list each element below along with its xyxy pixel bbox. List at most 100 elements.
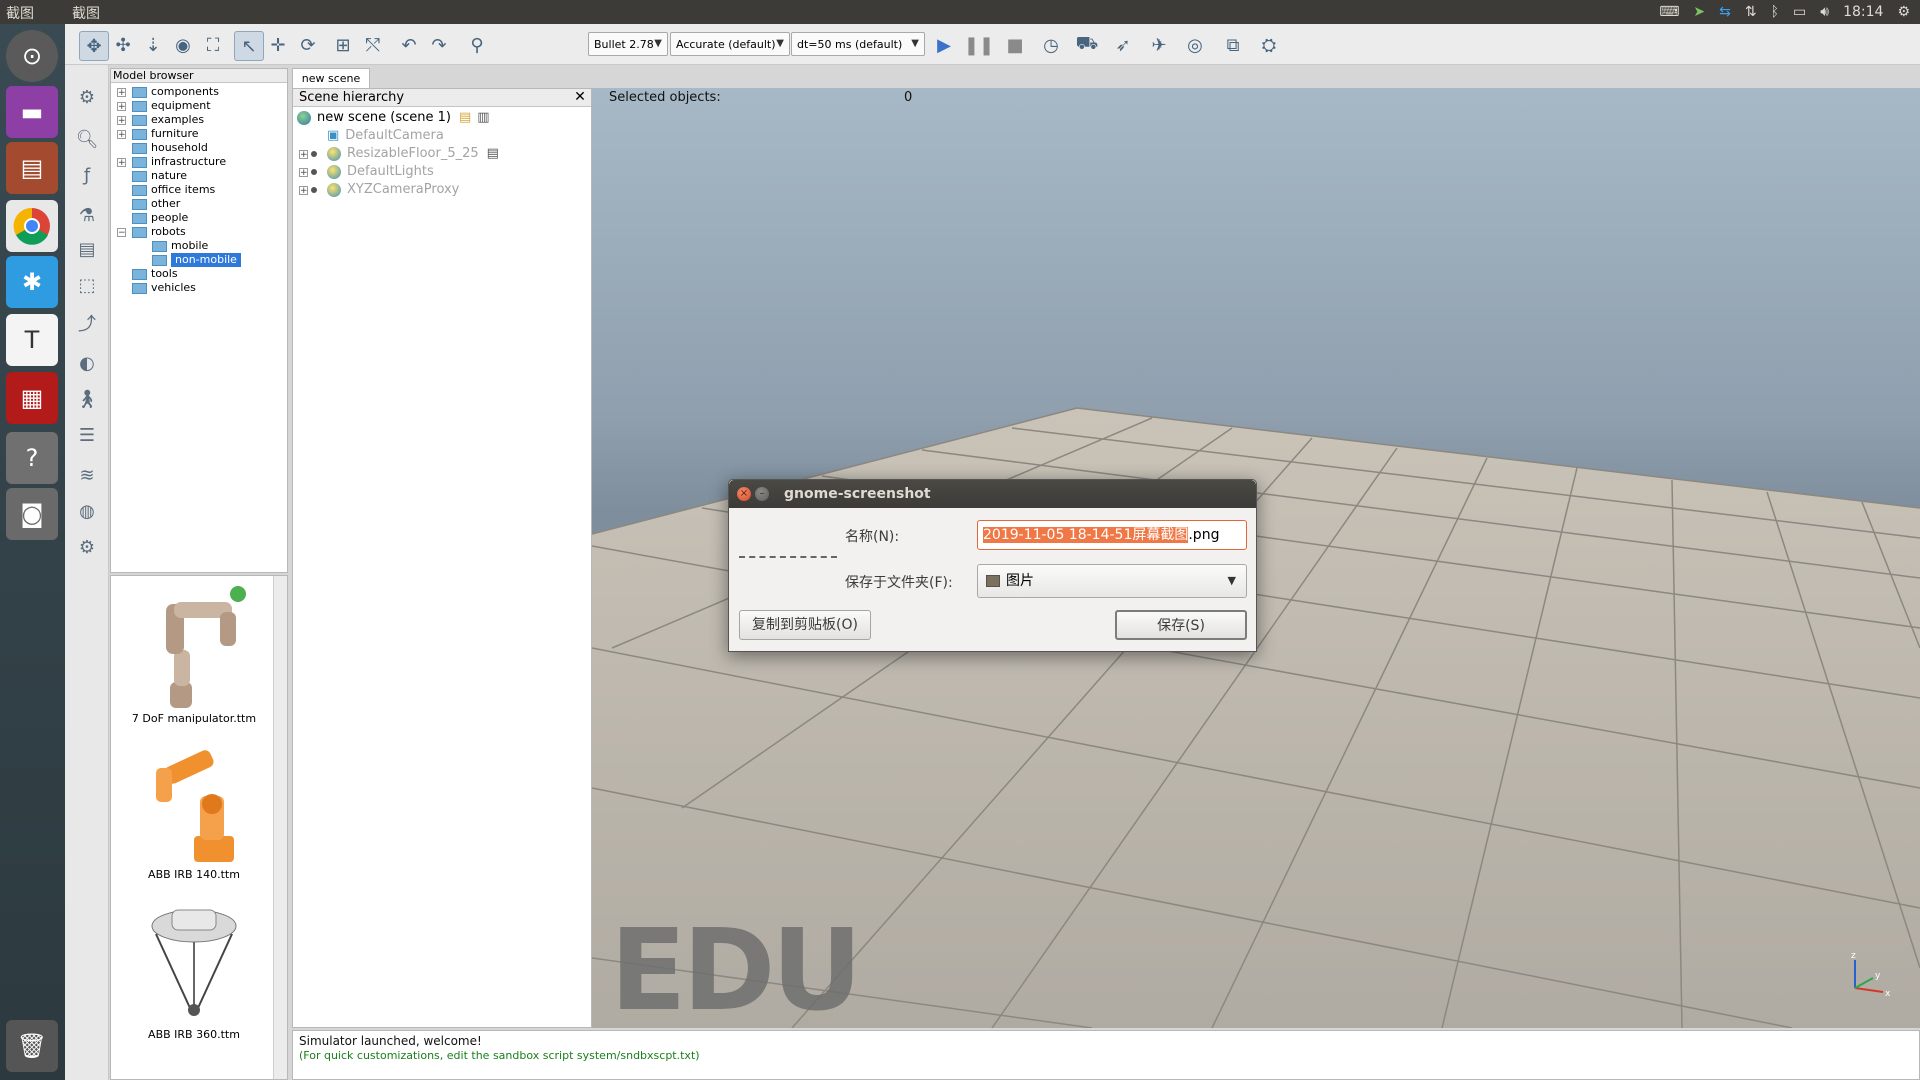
- rotate-camera-icon[interactable]: ✣: [109, 31, 137, 59]
- tree-item[interactable]: + infrastructure: [117, 155, 226, 169]
- text-editor-icon[interactable]: T: [6, 314, 58, 366]
- thumbnails-scrollbar[interactable]: [273, 576, 287, 1079]
- tree-item[interactable]: tools: [117, 267, 178, 281]
- scene-root[interactable]: new scene (scene 1) ▤ ▥: [297, 109, 490, 127]
- volume-icon[interactable]: 🔊︎: [1820, 4, 1829, 20]
- tree-item[interactable]: + examples: [117, 113, 204, 127]
- assemble-icon[interactable]: ⊞: [329, 31, 357, 59]
- trash-icon[interactable]: 🗑︎: [6, 1020, 58, 1072]
- accuracy-select[interactable]: Accurate (default) ▼: [670, 32, 790, 56]
- tree-item-selected[interactable]: non-mobile: [137, 253, 241, 267]
- scene-contact-icon[interactable]: ▥: [477, 109, 489, 127]
- simulation-settings-icon[interactable]: ⚙: [73, 83, 101, 111]
- clock[interactable]: 18:14: [1843, 4, 1883, 20]
- tree-item[interactable]: nature: [117, 169, 187, 183]
- settings-gear-icon[interactable]: ⚙: [1897, 4, 1910, 20]
- layers-icon[interactable]: ≋: [73, 461, 101, 489]
- expand-icon[interactable]: +: [299, 167, 308, 177]
- redo-icon[interactable]: ↷: [425, 31, 453, 59]
- realtime-icon[interactable]: ◷: [1037, 31, 1065, 59]
- thumbnail-item[interactable]: ABB IRB 360.ttm: [119, 898, 269, 1041]
- scene-object[interactable]: + XYZCameraProxy: [299, 181, 459, 199]
- files-icon[interactable]: ▤: [6, 142, 58, 194]
- physics-engine-select[interactable]: Bullet 2.78 ▼: [588, 32, 668, 56]
- chrome-icon[interactable]: [6, 200, 58, 252]
- teamviewer-icon[interactable]: ⇆: [1719, 4, 1731, 20]
- object-rotate-icon[interactable]: ⟳: [294, 31, 322, 59]
- click-select-icon[interactable]: ↖: [234, 31, 264, 61]
- collections-icon[interactable]: ⚗: [73, 201, 101, 229]
- scene-object[interactable]: + DefaultLights: [299, 163, 434, 181]
- tree-item[interactable]: − robots: [117, 225, 186, 239]
- slow-down-icon[interactable]: ⛟: [1073, 31, 1101, 59]
- tree-item[interactable]: vehicles: [117, 281, 196, 295]
- thumbnail-item[interactable]: 7 DoF manipulator.ttm: [119, 582, 269, 725]
- page-selector-icon[interactable]: ⧉: [1219, 31, 1247, 59]
- battery-icon[interactable]: ▭: [1793, 4, 1806, 20]
- send-icon[interactable]: ➤: [1693, 4, 1705, 20]
- play-icon[interactable]: ▶: [930, 31, 958, 59]
- dynamics-icon[interactable]: ⚲: [463, 31, 491, 59]
- scripts-icon[interactable]: ▤: [73, 235, 101, 263]
- copy-to-clipboard-button[interactable]: 复制到剪贴板(O): [739, 610, 871, 640]
- pause-icon[interactable]: ❚❚: [964, 31, 994, 59]
- fit-view-icon[interactable]: ⛶: [199, 31, 227, 59]
- model-browser-icon[interactable]: 🚶︎: [73, 385, 101, 413]
- scene-object[interactable]: + ResizableFloor_5_25 ▤: [299, 145, 499, 163]
- path-edit-icon[interactable]: ⤴: [73, 309, 101, 337]
- threaded-render-icon[interactable]: ✈: [1145, 31, 1173, 59]
- scene-object[interactable]: ▣ DefaultCamera: [327, 127, 444, 145]
- expand-icon[interactable]: +: [117, 101, 126, 111]
- keyboard-icon[interactable]: ⌨: [1659, 4, 1679, 20]
- expand-icon[interactable]: +: [117, 115, 126, 125]
- zoom-icon[interactable]: 🔍︎: [73, 125, 101, 153]
- vscode-icon[interactable]: ✱: [6, 256, 58, 308]
- tree-item[interactable]: household: [117, 141, 208, 155]
- visualization-icon[interactable]: ◎: [1181, 31, 1209, 59]
- object-script-icon[interactable]: ▤: [487, 145, 499, 163]
- selection-icon[interactable]: ◐: [73, 349, 101, 377]
- camera-angle-icon[interactable]: ◉: [169, 31, 197, 59]
- video-recorder-icon[interactable]: ◍: [73, 497, 101, 525]
- tree-item[interactable]: office items: [117, 183, 215, 197]
- user-settings-icon[interactable]: ⚙: [73, 533, 101, 561]
- tree-item[interactable]: mobile: [137, 239, 208, 253]
- tree-item[interactable]: other: [117, 197, 180, 211]
- dash-icon[interactable]: ⊙: [6, 30, 58, 82]
- help-icon[interactable]: ?: [6, 432, 58, 484]
- undo-icon[interactable]: ↶: [395, 31, 423, 59]
- filename-input[interactable]: 2019-11-05 18-14-51屏幕截图.png: [977, 520, 1247, 550]
- expand-icon[interactable]: +: [117, 129, 126, 139]
- screenshot-icon[interactable]: ◙: [6, 488, 58, 540]
- collapse-icon[interactable]: −: [117, 227, 126, 237]
- close-icon[interactable]: ×: [737, 487, 751, 501]
- thumbnail-item[interactable]: ABB IRB 140.ttm: [119, 738, 269, 881]
- stop-icon[interactable]: ■: [1001, 31, 1029, 59]
- expand-icon[interactable]: +: [117, 157, 126, 167]
- move-camera-icon[interactable]: ✥: [79, 31, 109, 61]
- tree-item[interactable]: + components: [117, 85, 219, 99]
- status-console[interactable]: Simulator launched, welcome! (For quick …: [292, 1030, 1920, 1080]
- speed-up-icon[interactable]: ➶: [1109, 31, 1137, 59]
- transfer-dna-icon[interactable]: ⤲: [359, 31, 387, 59]
- expand-icon[interactable]: +: [117, 87, 126, 97]
- close-icon[interactable]: ✕: [573, 90, 587, 104]
- bluetooth-icon[interactable]: ᛒ: [1771, 4, 1779, 20]
- scene-hierarchy-icon[interactable]: ☰: [73, 421, 101, 449]
- shift-camera-icon[interactable]: ⇣: [139, 31, 167, 59]
- scene-script-icon[interactable]: ▤: [459, 109, 471, 127]
- expand-icon[interactable]: +: [299, 149, 308, 159]
- network-icon[interactable]: ⇅: [1745, 4, 1757, 20]
- minimize-icon[interactable]: –: [755, 487, 769, 501]
- tab-new-scene[interactable]: new scene: [292, 68, 370, 88]
- expand-icon[interactable]: +: [299, 185, 308, 195]
- timestep-select[interactable]: dt=50 ms (default) ▼: [791, 32, 925, 56]
- app-menu[interactable]: 截图: [72, 3, 100, 23]
- shape-edit-icon[interactable]: ⬚: [73, 271, 101, 299]
- vrep-icon[interactable]: ▦: [6, 372, 58, 424]
- tree-item[interactable]: + furniture: [117, 127, 199, 141]
- object-shift-icon[interactable]: ✛: [264, 31, 292, 59]
- workspace-icon[interactable]: ▬: [6, 86, 58, 138]
- save-button[interactable]: 保存(S): [1115, 610, 1247, 640]
- tree-item[interactable]: + equipment: [117, 99, 211, 113]
